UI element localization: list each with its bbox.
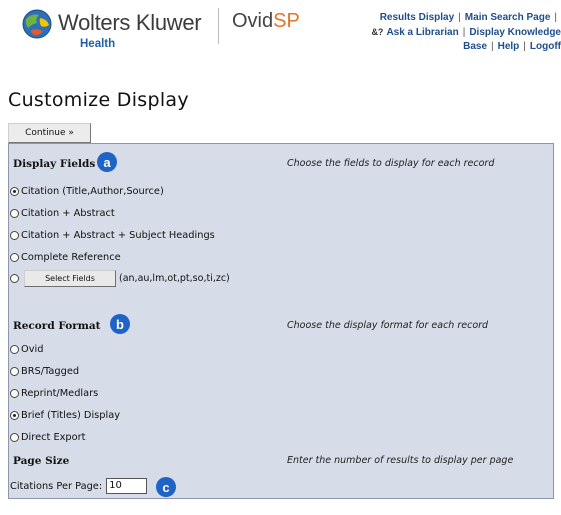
display-field-option[interactable]: Citation + Abstract + Subject Headings <box>10 228 215 242</box>
product-logo[interactable]: OvidSP <box>232 10 300 33</box>
option-label: Citation (Title,Author,Source) <box>21 185 164 197</box>
callout-badge-b: b <box>110 314 130 334</box>
record-format-header: Record Format <box>13 320 101 332</box>
radio-button[interactable] <box>10 252 19 262</box>
radio-button[interactable] <box>10 186 19 196</box>
page-size-description: Enter the number of results to display p… <box>287 455 514 466</box>
citations-per-page-label: Citations Per Page: <box>10 480 103 492</box>
option-label: Brief (Titles) Display <box>21 409 121 421</box>
product-suffix: SP <box>273 10 300 32</box>
record-format-description: Choose the display format for each recor… <box>287 320 489 331</box>
select-fields-button[interactable]: Select Fields <box>24 269 116 287</box>
record-format-option[interactable]: Reprint/Medlars <box>10 386 98 400</box>
top-navigation: Results Display | Main Search Page | &? Ask … <box>311 11 561 54</box>
product-main: Ovid <box>232 10 274 32</box>
radio-button[interactable] <box>10 230 19 240</box>
display-fields-header: Display Fields <box>13 158 96 170</box>
nav-row-3: Base | Help | Logoff <box>311 40 561 54</box>
display-field-option[interactable]: Citation + Abstract <box>10 206 115 220</box>
display-fields-description: Choose the fields to display for each re… <box>287 158 495 169</box>
citations-per-page-input[interactable]: 10 <box>106 478 148 494</box>
record-format-option[interactable]: Brief (Titles) Display <box>10 408 120 422</box>
select-fields-option[interactable]: Select Fields (an,au,lm,ot,pt,so,ti,zc) <box>10 268 230 288</box>
display-field-option[interactable]: Citation (Title,Author,Source) <box>10 184 164 198</box>
page-title: Customize Display <box>8 89 189 111</box>
nav-row-1: Results Display | Main Search Page | <box>311 11 561 25</box>
logoff-link[interactable]: Logoff <box>530 41 561 52</box>
option-label: Complete Reference <box>21 251 121 263</box>
record-format-option[interactable]: Ovid <box>10 342 43 356</box>
nav-separator: | <box>458 12 461 23</box>
option-label: BRS/Tagged <box>21 365 80 377</box>
page-size-header: Page Size <box>13 455 70 467</box>
globe-logo-icon <box>22 9 52 39</box>
nav-separator: | <box>554 12 557 23</box>
record-format-option[interactable]: BRS/Tagged <box>10 364 79 378</box>
radio-button[interactable] <box>10 366 19 376</box>
main-search-page-link[interactable]: Main Search Page <box>465 12 551 23</box>
display-knowledge-link[interactable]: Display Knowledge <box>469 27 561 38</box>
radio-button[interactable] <box>10 273 19 283</box>
option-label: Citation + Abstract + Subject Headings <box>21 229 215 241</box>
option-label: Reprint/Medlars <box>21 387 99 399</box>
option-label: Ovid <box>21 343 44 355</box>
base-link[interactable]: Base <box>463 41 487 52</box>
results-display-link[interactable]: Results Display <box>380 12 454 23</box>
wolters-kluwer-logo[interactable]: Wolters Kluwer Health <box>20 6 210 50</box>
ask-librarian-link[interactable]: Ask a Librarian <box>386 27 458 38</box>
customize-panel: Display Fields a Choose the fields to di… <box>8 143 554 499</box>
ask-librarian-icon: &? <box>371 27 384 37</box>
nav-row-2: &? Ask a Librarian | Display Knowledge <box>311 25 561 40</box>
radio-button[interactable] <box>10 344 19 354</box>
header-divider <box>218 8 219 44</box>
nav-separator: | <box>523 41 526 52</box>
radio-button[interactable] <box>10 208 19 218</box>
display-field-option[interactable]: Complete Reference <box>10 250 121 264</box>
radio-button[interactable] <box>10 432 19 442</box>
option-label: Citation + Abstract <box>21 207 115 219</box>
record-format-option[interactable]: Direct Export <box>10 430 86 444</box>
radio-button[interactable] <box>10 388 19 398</box>
select-fields-hint: (an,au,lm,ot,pt,so,ti,zc) <box>119 272 230 284</box>
help-link[interactable]: Help <box>498 41 520 52</box>
callout-badge-a: a <box>97 152 117 172</box>
radio-button[interactable] <box>10 410 19 420</box>
callout-badge-c: c <box>156 477 176 497</box>
nav-separator: | <box>491 41 494 52</box>
option-label: Direct Export <box>21 431 86 443</box>
citations-per-page-row: Citations Per Page: 10 <box>10 478 148 494</box>
company-name: Wolters Kluwer <box>58 10 202 35</box>
continue-button[interactable]: Continue » <box>8 123 91 143</box>
division-name: Health <box>80 38 116 50</box>
nav-separator: | <box>462 27 466 38</box>
